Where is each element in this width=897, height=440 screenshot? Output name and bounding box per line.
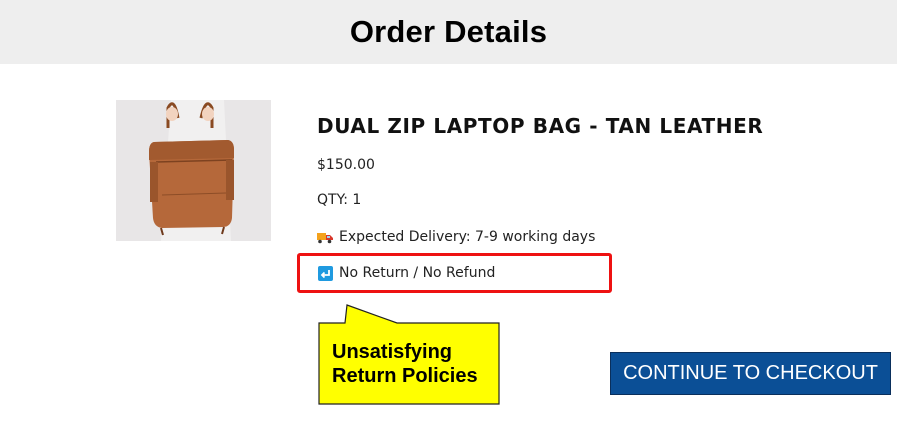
page-header: Order Details bbox=[0, 0, 897, 64]
product-price: $150.00 bbox=[317, 157, 375, 173]
product-quantity: QTY: 1 bbox=[317, 192, 362, 208]
callout-text: Unsatisfying Return Policies bbox=[332, 340, 497, 388]
product-title[interactable]: DUAL ZIP LAPTOP BAG - TAN LEATHER bbox=[317, 114, 763, 138]
page-title: Order Details bbox=[349, 14, 548, 49]
callout-line-2: Return Policies bbox=[332, 365, 478, 387]
leather-bag-illustration bbox=[116, 100, 271, 241]
delivery-text: Expected Delivery: 7-9 working days bbox=[339, 229, 596, 245]
product-image[interactable] bbox=[116, 100, 271, 241]
delivery-info: Expected Delivery: 7-9 working days bbox=[317, 229, 595, 245]
delivery-truck-icon bbox=[317, 229, 333, 245]
continue-to-checkout-button[interactable]: CONTINUE TO CHECKOUT bbox=[610, 352, 891, 395]
return-policy-highlight bbox=[297, 253, 612, 293]
callout-line-1: Unsatisfying bbox=[332, 341, 453, 363]
annotation-callout: Unsatisfying Return Policies bbox=[317, 304, 502, 406]
